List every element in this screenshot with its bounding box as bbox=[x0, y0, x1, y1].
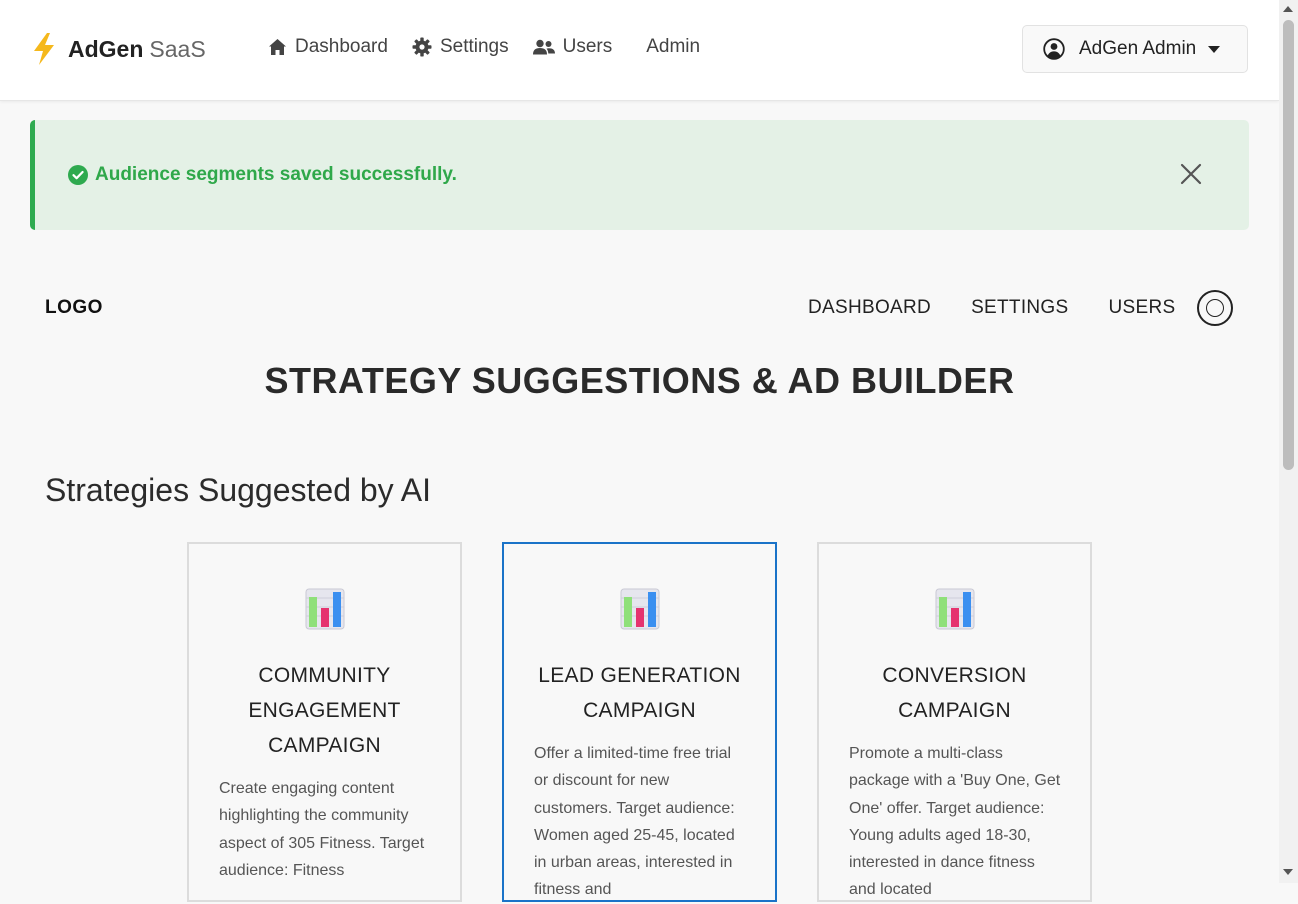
nav-dashboard-label: Dashboard bbox=[295, 36, 388, 57]
subnav-dashboard[interactable]: DASHBOARD bbox=[808, 297, 931, 319]
scrollbar-thumb[interactable] bbox=[1283, 20, 1294, 470]
subnav-users[interactable]: USERS bbox=[1108, 297, 1175, 319]
user-circle-icon bbox=[1043, 38, 1065, 60]
page-scrollbar[interactable] bbox=[1279, 0, 1298, 883]
bar-chart-icon bbox=[305, 588, 345, 630]
alert-message: Audience segments saved successfully. bbox=[95, 164, 457, 185]
lightning-bolt-icon bbox=[34, 33, 54, 65]
user-menu-label: AdGen Admin bbox=[1079, 38, 1197, 59]
nav-settings[interactable]: Settings bbox=[412, 36, 509, 58]
top-navbar: AdGen SaaS Dashboard Settings Users Admi… bbox=[0, 0, 1279, 101]
nav-settings-label: Settings bbox=[439, 36, 509, 57]
strategy-card-lead-generation[interactable]: LEAD GENERATION CAMPAIGN Offer a limited… bbox=[502, 542, 777, 902]
brand[interactable]: AdGen SaaS bbox=[30, 32, 206, 66]
nav-users-label: Users bbox=[562, 36, 613, 57]
users-icon bbox=[532, 39, 555, 54]
bar-chart-icon bbox=[935, 588, 975, 630]
brand-suffix: SaaS bbox=[149, 35, 206, 62]
caret-down-icon bbox=[1208, 45, 1221, 53]
nav-users[interactable]: Users bbox=[532, 36, 613, 58]
home-icon bbox=[269, 39, 286, 55]
strategy-card-conversion[interactable]: CONVERSION CAMPAIGN Promote a multi-clas… bbox=[817, 542, 1092, 902]
user-menu-button[interactable]: AdGen Admin bbox=[1022, 25, 1248, 73]
nav-admin[interactable]: Admin bbox=[646, 36, 700, 58]
strategy-card-community[interactable]: COMMUNITY ENGAGEMENT CAMPAIGN Create eng… bbox=[187, 542, 462, 902]
scroll-up-arrow-icon[interactable] bbox=[1283, 6, 1293, 12]
bar-chart-icon bbox=[620, 588, 660, 630]
card-description: Offer a limited-time free trial or disco… bbox=[534, 745, 735, 899]
main-nav: Dashboard Settings Users Admin bbox=[268, 36, 724, 58]
card-title: COMMUNITY ENGAGEMENT CAMPAIGN bbox=[248, 664, 401, 757]
card-description: Promote a multi-class package with a 'Bu… bbox=[849, 745, 1061, 899]
page-subnav: DASHBOARD SETTINGS USERS bbox=[808, 297, 1215, 319]
profile-icon[interactable] bbox=[1197, 290, 1233, 326]
section-title: Strategies Suggested by AI bbox=[45, 472, 432, 508]
page-title: STRATEGY SUGGESTIONS & AD BUILDER bbox=[264, 360, 1015, 401]
nav-dashboard[interactable]: Dashboard bbox=[268, 36, 388, 58]
check-circle-icon bbox=[68, 165, 88, 185]
nav-admin-label: Admin bbox=[646, 36, 701, 57]
card-title: CONVERSION CAMPAIGN bbox=[882, 664, 1027, 722]
brand-name: AdGen bbox=[68, 35, 144, 62]
success-alert: Audience segments saved successfully. bbox=[30, 120, 1249, 230]
card-title: LEAD GENERATION CAMPAIGN bbox=[538, 664, 741, 722]
card-description: Create engaging content highlighting the… bbox=[219, 780, 425, 879]
close-icon[interactable] bbox=[1179, 162, 1203, 186]
subnav-settings[interactable]: SETTINGS bbox=[971, 297, 1068, 319]
profile-icon-inner bbox=[1206, 299, 1224, 317]
scroll-down-arrow-icon[interactable] bbox=[1283, 869, 1293, 875]
page-logo[interactable]: LOGO bbox=[45, 297, 103, 319]
gear-icon bbox=[412, 37, 432, 57]
